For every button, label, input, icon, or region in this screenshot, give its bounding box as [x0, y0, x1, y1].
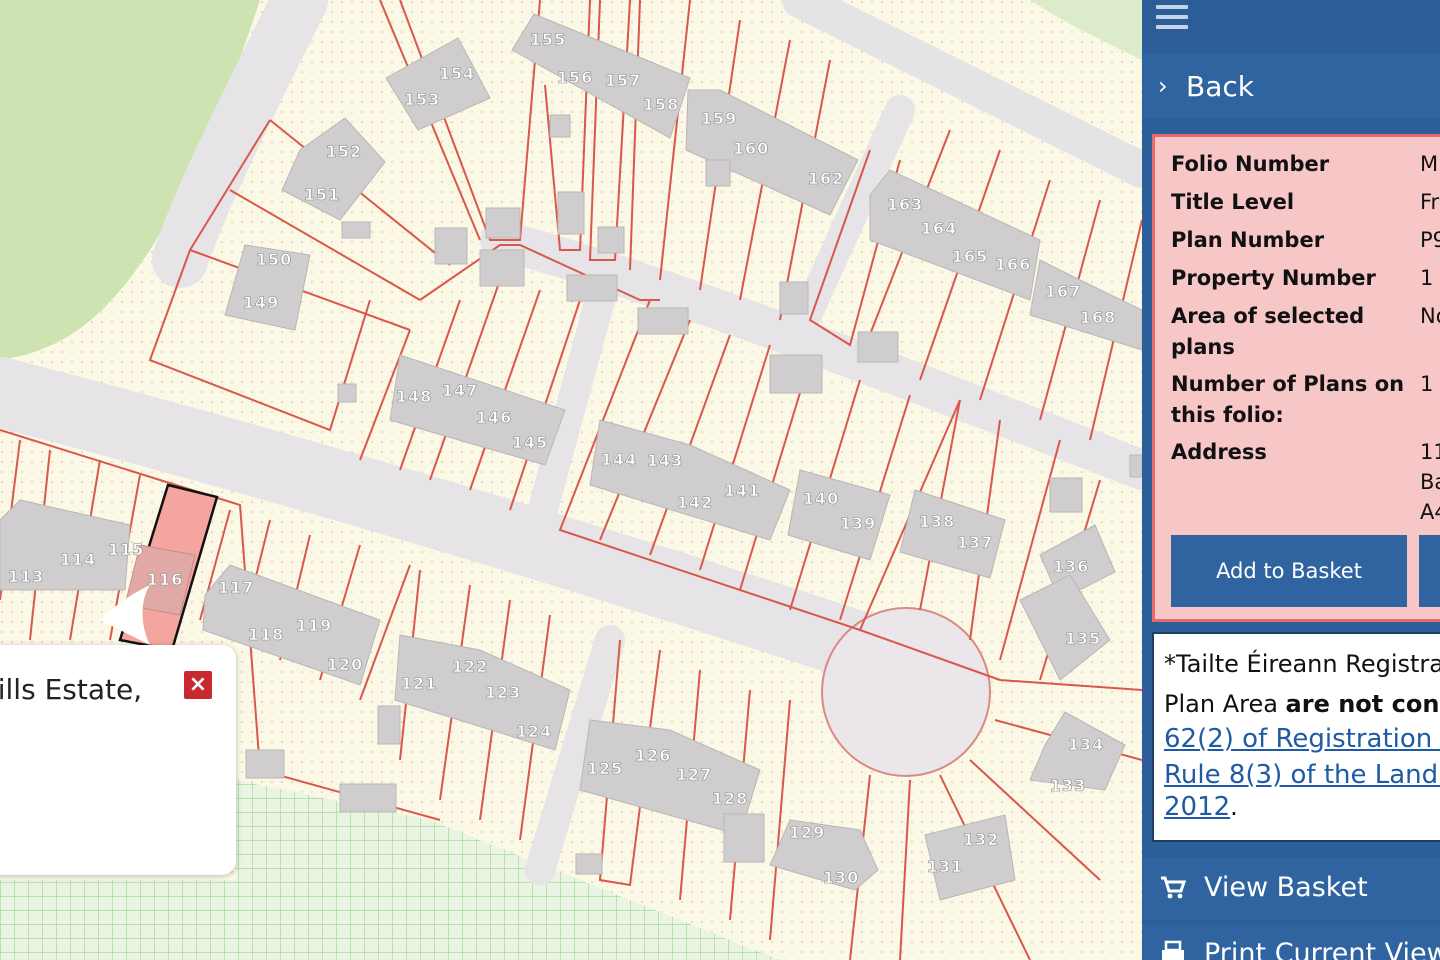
plot-label-118: 118 — [248, 625, 284, 644]
plot-label-158: 158 — [643, 95, 679, 114]
plot-label-125: 125 — [587, 759, 623, 778]
plot-label-154: 154 — [439, 64, 475, 83]
plot-label-124: 124 — [516, 722, 552, 741]
plot-label-120: 120 — [327, 655, 363, 674]
plot-label-140: 140 — [803, 489, 839, 508]
plot-label-152: 152 — [326, 142, 362, 161]
plot-label-163: 163 — [887, 195, 923, 214]
plot-label-150: 150 — [256, 250, 292, 269]
plot-label-149: 149 — [243, 293, 279, 312]
plot-label-159: 159 — [701, 109, 737, 128]
print-current-view-button[interactable]: Print Current View — [1142, 924, 1440, 960]
plot-label-164: 164 — [921, 219, 957, 238]
plot-label-135: 135 — [1065, 629, 1101, 648]
plot-label-115: 115 — [108, 540, 144, 559]
plot-label-114: 114 — [60, 550, 96, 569]
back-label: Back — [1186, 70, 1254, 103]
chevron-right-icon: › — [1158, 72, 1168, 100]
folio-info-card: Folio Number M Title Level Fr Plan Numbe… — [1152, 134, 1440, 622]
plot-label-130: 130 — [823, 868, 859, 887]
popup-close-icon[interactable]: × — [184, 671, 212, 699]
plot-label-116: 116 — [147, 570, 183, 589]
plot-label-121: 121 — [401, 674, 437, 693]
plot-label-166: 166 — [995, 255, 1031, 274]
hamburger-menu-icon[interactable] — [1156, 5, 1188, 31]
plot-label-144: 144 — [601, 450, 637, 469]
plot-label-127: 127 — [676, 765, 712, 784]
notice-line-2: Plan Area are not conclu — [1164, 690, 1440, 718]
plot-label-168: 168 — [1080, 308, 1116, 327]
plot-label-129: 129 — [789, 823, 825, 842]
print-current-view-label: Print Current View — [1204, 938, 1440, 960]
plot-label-157: 157 — [605, 71, 641, 90]
year-link[interactable]: 2012 — [1164, 792, 1230, 822]
plot-label-145: 145 — [512, 433, 548, 452]
registration-act-link[interactable]: 62(2) of Registration o — [1164, 724, 1440, 754]
view-basket-label: View Basket — [1204, 872, 1368, 903]
print-icon — [1162, 940, 1184, 960]
plot-label-155: 155 — [530, 30, 566, 49]
address-line-1: 11 — [1420, 440, 1440, 464]
plot-label-142: 142 — [677, 493, 713, 512]
plot-label-138: 138 — [919, 512, 955, 531]
popup-address-text: hills Estate, — [0, 673, 143, 706]
plot-label-141: 141 — [724, 481, 760, 500]
plot-label-167: 167 — [1045, 282, 1081, 301]
plot-label-131: 131 — [927, 857, 963, 876]
map-canvas[interactable]: 155 154 153 156 157 158 159 160 162 152 151 150 149 1… — [0, 0, 1142, 960]
plot-label-160: 160 — [733, 139, 769, 158]
land-rules-link[interactable]: Rule 8(3) of the Land R — [1164, 760, 1440, 790]
side-panel: › Back Folio Number M Title Level Fr Pla… — [1142, 0, 1440, 960]
back-button[interactable]: › Back — [1142, 54, 1440, 118]
notice-line-1: *Tailte Éireann Registrati — [1164, 650, 1440, 678]
plot-label-143: 143 — [647, 451, 683, 470]
plot-label-151: 151 — [304, 185, 340, 204]
plot-label-134: 134 — [1068, 735, 1104, 754]
plot-label-123: 123 — [485, 683, 521, 702]
plot-label-133: 133 — [1050, 776, 1086, 795]
plot-label-147: 147 — [442, 381, 478, 400]
plot-label-137: 137 — [957, 533, 993, 552]
plot-label-117: 117 — [218, 578, 254, 597]
plot-label-153: 153 — [404, 90, 440, 109]
plot-label-162: 162 — [808, 169, 844, 188]
plot-label-165: 165 — [952, 247, 988, 266]
plot-label-139: 139 — [840, 514, 876, 533]
plot-label-146: 146 — [476, 408, 512, 427]
secondary-action-button[interactable] — [1419, 535, 1440, 607]
panel-top-bar — [1142, 0, 1440, 52]
plot-label-119: 119 — [296, 616, 332, 635]
plot-label-126: 126 — [635, 746, 671, 765]
plot-label-156: 156 — [557, 68, 593, 87]
plot-label-136: 136 — [1053, 557, 1089, 576]
cart-icon — [1161, 876, 1186, 899]
add-to-basket-button[interactable]: Add to Basket — [1171, 535, 1407, 607]
plot-label-113: 113 — [8, 567, 44, 586]
plot-label-122: 122 — [452, 657, 488, 676]
plot-label-148: 148 — [396, 387, 432, 406]
view-basket-button[interactable]: View Basket — [1142, 858, 1440, 920]
address-line-3: A4 — [1420, 500, 1440, 524]
plot-label-132: 132 — [963, 830, 999, 849]
plot-label-128: 128 — [712, 789, 748, 808]
address-line-2: Ba — [1420, 470, 1440, 494]
registration-notice: *Tailte Éireann Registrati Plan Area are… — [1152, 632, 1440, 842]
